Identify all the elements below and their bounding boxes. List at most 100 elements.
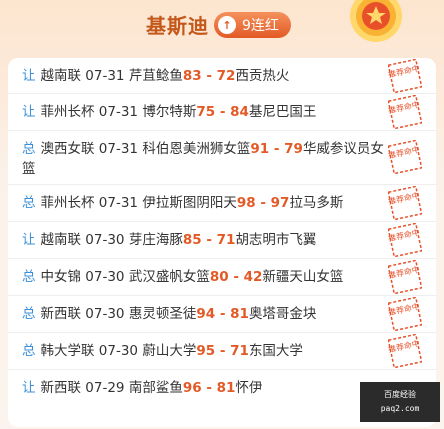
league: 菲州长杯 xyxy=(40,195,95,211)
match-date: 07-31 xyxy=(98,104,139,120)
list-item[interactable]: 让越南联 07-31 芹苴鲶鱼83 - 72西贡热火 推荐命中 xyxy=(8,58,436,94)
stamp-text: 推荐命中 xyxy=(388,338,421,354)
home-team: 芽庄海豚 xyxy=(128,232,183,248)
league: 韩大学联 xyxy=(40,343,95,359)
away-team: 西贡热火 xyxy=(235,68,290,84)
result-text: 总韩大学联 07-30 蔚山大学95 - 71东国大学 xyxy=(22,341,392,361)
list-item[interactable]: 总澳西女联 07-31 科伯恩美洲狮女篮91 - 79华威参议员女篮 推荐命中 xyxy=(8,131,436,185)
home-score: 80 xyxy=(209,269,229,285)
stamp-text: 推荐命中 xyxy=(388,264,421,280)
away-score: 71 xyxy=(230,343,249,359)
results-list: 让越南联 07-31 芹苴鲶鱼83 - 72西贡热火 推荐命中 让菲州长杯 07… xyxy=(8,58,436,427)
league: 菲州长杯 xyxy=(40,104,95,120)
bet-type: 总 xyxy=(22,343,36,359)
away-team: 奥塔哥金块 xyxy=(248,306,317,322)
away-score: 81 xyxy=(216,380,236,396)
list-item[interactable]: 让菲州长杯 07-31 博尔特斯75 - 84基尼巴国王 推荐命中 xyxy=(8,94,436,131)
home-team: 南部鲨鱼 xyxy=(128,380,183,396)
stamp-text: 推荐命中 xyxy=(388,190,421,206)
home-team: 惠灵顿圣徒 xyxy=(128,306,197,322)
away-score: 81 xyxy=(230,306,249,322)
hit-stamp-icon: 推荐命中 xyxy=(388,59,422,93)
match-date: 07-31 xyxy=(85,68,125,84)
match-date: 07-31 xyxy=(98,141,139,157)
away-team: 新疆天山女篮 xyxy=(262,269,344,285)
hit-stamp-icon: 推荐命中 xyxy=(388,334,422,368)
bet-type: 总 xyxy=(22,195,36,211)
streak-label: 9连红 xyxy=(242,18,279,34)
bet-type: 让 xyxy=(22,380,36,396)
score-separator: - xyxy=(201,68,217,84)
away-score: 42 xyxy=(243,269,263,285)
home-team: 武汉盛帆女篮 xyxy=(128,269,210,285)
home-score: 75 xyxy=(196,104,216,120)
home-score: 95 xyxy=(196,343,216,359)
list-item[interactable]: 总中女锦 07-30 武汉盛帆女篮80 - 42新疆天山女篮 推荐命中 xyxy=(8,259,436,296)
hit-stamp-icon: 推荐命中 xyxy=(388,95,422,129)
stamp-text: 推荐命中 xyxy=(388,227,421,243)
league: 新西联 xyxy=(40,380,82,396)
hit-stamp-icon: 推荐命中 xyxy=(388,260,422,294)
home-score: 96 xyxy=(182,380,202,396)
bet-type: 让 xyxy=(22,232,36,248)
home-team: 科伯恩美洲狮女篮 xyxy=(142,141,251,157)
match-date: 07-30 xyxy=(98,343,139,359)
away-team: 东国大学 xyxy=(248,343,303,359)
arrow-up-icon: ↑ xyxy=(218,16,236,34)
header: 基斯迪 ↑ 9连红 xyxy=(0,0,444,56)
stamp-text: 推荐命中 xyxy=(388,99,421,115)
result-text: 让越南联 07-30 芽庄海豚85 - 71胡志明市飞翼 xyxy=(22,230,392,250)
away-score: 84 xyxy=(230,104,249,120)
list-item[interactable]: 总韩大学联 07-30 蔚山大学95 - 71东国大学 推荐命中 xyxy=(8,333,436,370)
result-text: 总菲州长杯 07-31 伊拉斯图阴阳天98 - 97拉马多斯 xyxy=(22,193,392,213)
score-separator: - xyxy=(228,269,244,285)
streak-badge: ↑ 9连红 xyxy=(214,12,291,38)
away-team: 拉马多斯 xyxy=(289,195,344,211)
home-score: 91 xyxy=(250,141,270,157)
score-separator: - xyxy=(201,380,217,396)
result-text: 让新西联 07-29 南部鲨鱼96 - 81怀伊 xyxy=(22,378,392,398)
match-date: 07-31 xyxy=(98,195,139,211)
bet-type: 总 xyxy=(22,269,36,285)
score-separator: - xyxy=(215,104,231,120)
match-date: 07-30 xyxy=(85,232,125,248)
match-date: 07-29 xyxy=(85,380,125,396)
result-text: 总中女锦 07-30 武汉盛帆女篮80 - 42新疆天山女篮 xyxy=(22,267,392,287)
list-item[interactable]: 总新西联 07-30 惠灵顿圣徒94 - 81奥塔哥金块 推荐命中 xyxy=(8,296,436,333)
home-score: 94 xyxy=(196,306,216,322)
stamp-text: 推荐命中 xyxy=(388,63,421,79)
away-score: 71 xyxy=(216,232,236,248)
watermark-line2: paq2.com xyxy=(380,404,420,413)
list-item[interactable]: 让越南联 07-30 芽庄海豚85 - 71胡志明市飞翼 推荐命中 xyxy=(8,222,436,259)
score-separator: - xyxy=(255,195,271,211)
league: 澳西女联 xyxy=(40,141,95,157)
home-team: 蔚山大学 xyxy=(142,343,197,359)
stamp-text: 推荐命中 xyxy=(388,144,421,160)
page-title: 基斯迪 xyxy=(146,14,209,38)
result-text: 总澳西女联 07-31 科伯恩美洲狮女篮91 - 79华威参议员女篮 xyxy=(22,139,392,179)
home-team: 博尔特斯 xyxy=(142,104,197,120)
watermark: 百度经验 paq2.com xyxy=(360,382,440,422)
hit-stamp-icon: 推荐命中 xyxy=(388,140,422,174)
home-team: 伊拉斯图阴阳天 xyxy=(142,195,237,211)
home-score: 85 xyxy=(182,232,202,248)
away-score: 72 xyxy=(216,68,236,84)
hit-stamp-icon: 推荐命中 xyxy=(388,297,422,331)
bet-type: 总 xyxy=(22,141,36,157)
bet-type: 让 xyxy=(22,104,36,120)
stamp-text: 推荐命中 xyxy=(388,301,421,317)
away-score: 97 xyxy=(270,195,290,211)
list-item[interactable]: 总菲州长杯 07-31 伊拉斯图阴阳天98 - 97拉马多斯 推荐命中 xyxy=(8,185,436,222)
watermark-line1: 百度经验 xyxy=(384,390,416,399)
result-text: 让菲州长杯 07-31 博尔特斯75 - 84基尼巴国王 xyxy=(22,102,392,122)
league: 越南联 xyxy=(40,232,82,248)
hit-stamp-icon: 推荐命中 xyxy=(388,186,422,220)
score-separator: - xyxy=(215,306,231,322)
hit-stamp-icon: 推荐命中 xyxy=(388,223,422,257)
away-team: 胡志明市飞翼 xyxy=(235,232,317,248)
bet-type: 让 xyxy=(22,68,36,84)
match-date: 07-30 xyxy=(85,269,125,285)
away-team: 基尼巴国王 xyxy=(248,104,317,120)
league: 中女锦 xyxy=(40,269,82,285)
home-team: 芹苴鲶鱼 xyxy=(128,68,183,84)
